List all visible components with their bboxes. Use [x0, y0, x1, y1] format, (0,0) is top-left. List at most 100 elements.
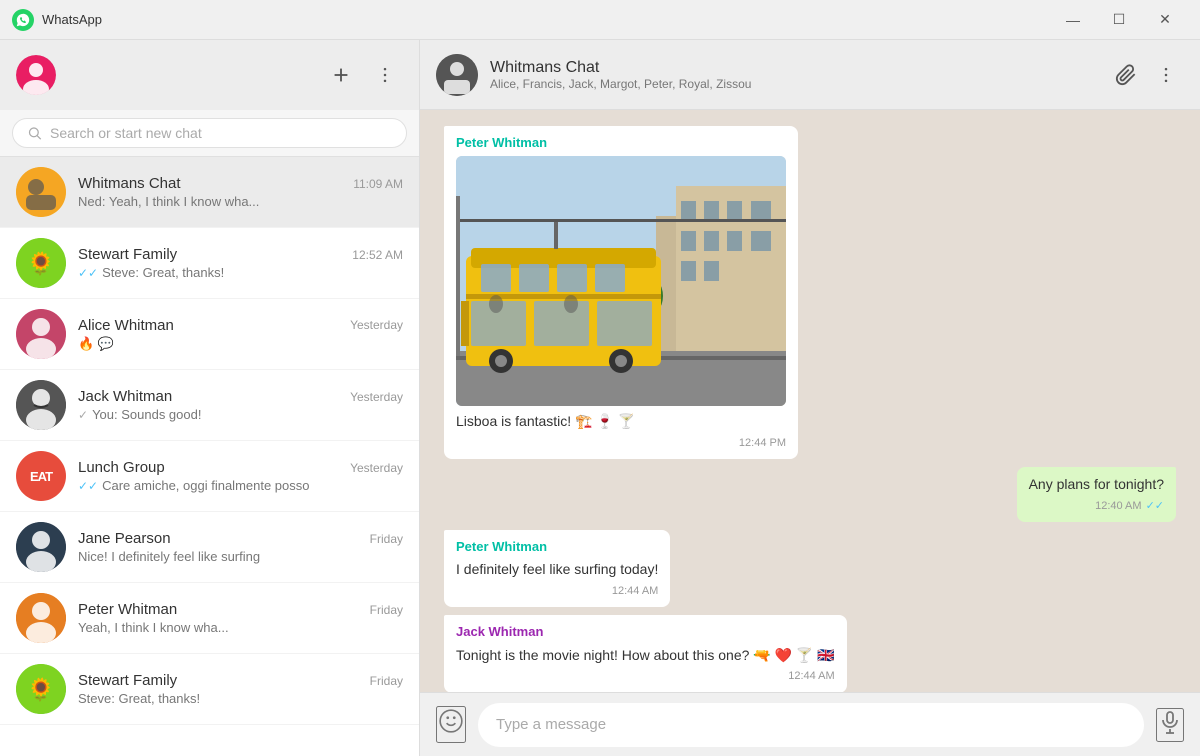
- avatar-stewart-family-2: 🌻: [16, 664, 66, 714]
- minimize-button[interactable]: —: [1050, 0, 1096, 40]
- chat-item-jack-whitman[interactable]: Jack Whitman Yesterday ✓ You: Sounds goo…: [0, 370, 419, 441]
- chat-item-peter-whitman[interactable]: Peter Whitman Friday Yeah, I think I kno…: [0, 583, 419, 654]
- emoji-icon: [438, 708, 464, 734]
- chat-name-row: Stewart Family Friday: [78, 672, 403, 689]
- message-meta-1: 12:44 PM: [456, 436, 786, 451]
- avatar-stewart-family: 🌻: [16, 238, 66, 288]
- chat-item-alice-whitman[interactable]: Alice Whitman Yesterday 🔥 💬: [0, 299, 419, 370]
- chat-name: Whitmans Chat: [78, 175, 181, 192]
- chat-preview: ✓✓ Care amiche, oggi finalmente posso: [78, 478, 403, 493]
- chat-item-jane-pearson[interactable]: Jane Pearson Friday Nice! I definitely f…: [0, 512, 419, 583]
- sidebar-header-icons: [323, 57, 403, 93]
- chat-name-row: Jane Pearson Friday: [78, 530, 403, 547]
- message-time-2: 12:40 AM: [1095, 499, 1141, 514]
- chat-item-lunch-group[interactable]: EAT Lunch Group Yesterday ✓✓ Care amiche…: [0, 441, 419, 512]
- message-bubble-2: Any plans for tonight? 12:40 AM ✓✓: [1017, 467, 1176, 522]
- message-sender-3: Peter Whitman: [456, 538, 658, 556]
- tram-photo: [456, 156, 786, 406]
- messages-container: Peter Whitman: [420, 110, 1200, 692]
- chat-preview: Steve: Great, thanks!: [78, 691, 403, 706]
- avatar-alice-whitman: [16, 309, 66, 359]
- svg-text:🌻: 🌻: [27, 251, 54, 276]
- sidebar-header: [0, 40, 419, 110]
- chat-preview: Nice! I definitely feel like surfing: [78, 549, 403, 564]
- chat-time: Yesterday: [350, 390, 403, 404]
- title-bar-left: WhatsApp: [12, 9, 102, 31]
- chat-name-row: Peter Whitman Friday: [78, 601, 403, 618]
- window-controls: — ☐ ✕: [1050, 0, 1188, 40]
- user-avatar[interactable]: [16, 55, 56, 95]
- chat-name: Stewart Family: [78, 672, 177, 689]
- group-avatar-icon: 🌻: [16, 238, 66, 288]
- message-image-1[interactable]: [456, 156, 786, 406]
- chat-preview: Ned: Yeah, I think I know wha...: [78, 194, 403, 209]
- chat-name: Alice Whitman: [78, 317, 174, 334]
- mic-icon: [1158, 710, 1182, 734]
- message-text-2: Any plans for tonight?: [1029, 475, 1164, 495]
- double-check-icon: ✓✓: [78, 266, 98, 280]
- sidebar: Whitmans Chat 11:09 AM Ned: Yeah, I thin…: [0, 40, 420, 756]
- title-bar: WhatsApp — ☐ ✕: [0, 0, 1200, 40]
- chat-info-jane-pearson: Jane Pearson Friday Nice! I definitely f…: [78, 530, 403, 564]
- chat-info-lunch-group: Lunch Group Yesterday ✓✓ Care amiche, og…: [78, 459, 403, 493]
- chat-info-whitmans-chat: Whitmans Chat 11:09 AM Ned: Yeah, I thin…: [78, 175, 403, 209]
- chat-time: 12:52 AM: [352, 248, 403, 262]
- message-bubble-1: Peter Whitman: [444, 126, 798, 459]
- chat-group-members: Alice, Francis, Jack, Margot, Peter, Roy…: [490, 77, 751, 91]
- single-check-icon: ✓: [78, 408, 88, 422]
- person-avatar-icon: [16, 380, 66, 430]
- app-title: WhatsApp: [42, 12, 102, 27]
- close-button[interactable]: ✕: [1142, 0, 1188, 40]
- chat-time: Friday: [370, 603, 403, 617]
- avatar-jack-whitman: [16, 380, 66, 430]
- message-sender-4: Jack Whitman: [456, 623, 835, 641]
- double-check-icon: ✓✓: [78, 479, 98, 493]
- chat-list: Whitmans Chat 11:09 AM Ned: Yeah, I thin…: [0, 157, 419, 756]
- read-check-icon: ✓✓: [1146, 499, 1164, 514]
- app-container: Whitmans Chat 11:09 AM Ned: Yeah, I thin…: [0, 40, 1200, 756]
- avatar-jane-pearson: [16, 522, 66, 572]
- message-time-1: 12:44 PM: [739, 436, 786, 451]
- chat-info-peter-whitman: Peter Whitman Friday Yeah, I think I kno…: [78, 601, 403, 635]
- search-input-wrap: [12, 118, 407, 148]
- chat-name-row: Stewart Family 12:52 AM: [78, 246, 403, 263]
- chat-name: Jane Pearson: [78, 530, 171, 547]
- chat-info-alice-whitman: Alice Whitman Yesterday 🔥 💬: [78, 317, 403, 352]
- chat-header-left[interactable]: Whitmans Chat Alice, Francis, Jack, Marg…: [436, 54, 751, 96]
- more-options-icon: [375, 65, 395, 85]
- person-avatar-icon: [16, 522, 66, 572]
- chat-time: Yesterday: [350, 318, 403, 332]
- chat-item-stewart-family-2[interactable]: 🌻 Stewart Family Friday Steve: Great, th…: [0, 654, 419, 725]
- emoji-button[interactable]: [436, 706, 466, 743]
- chat-info-stewart-family-2: Stewart Family Friday Steve: Great, than…: [78, 672, 403, 706]
- chat-item-stewart-family[interactable]: 🌻 Stewart Family 12:52 AM ✓✓ Steve: Grea…: [0, 228, 419, 299]
- chat-header-avatar: [436, 54, 478, 96]
- chat-preview: ✓✓ Steve: Great, thanks!: [78, 265, 403, 280]
- chat-name: Stewart Family: [78, 246, 177, 263]
- chat-menu-button[interactable]: [1148, 57, 1184, 93]
- mic-button[interactable]: [1156, 708, 1184, 742]
- search-input[interactable]: [50, 125, 392, 141]
- chat-preview: ✓ You: Sounds good!: [78, 407, 403, 422]
- chat-time: Friday: [370, 674, 403, 688]
- chat-info-stewart-family: Stewart Family 12:52 AM ✓✓ Steve: Great,…: [78, 246, 403, 280]
- new-chat-button[interactable]: [323, 57, 359, 93]
- maximize-button[interactable]: ☐: [1096, 0, 1142, 40]
- avatar-lunch-group: EAT: [16, 451, 66, 501]
- attach-button[interactable]: [1108, 57, 1144, 93]
- group-avatar-icon: [16, 167, 66, 217]
- message-sender-1: Peter Whitman: [456, 134, 786, 152]
- message-meta-3: 12:44 AM: [456, 584, 658, 599]
- chat-preview: Yeah, I think I know wha...: [78, 620, 403, 635]
- whatsapp-logo-icon: [12, 9, 34, 31]
- menu-button[interactable]: [367, 57, 403, 93]
- chat-name-row: Alice Whitman Yesterday: [78, 317, 403, 334]
- message-text-3: I definitely feel like surfing today!: [456, 560, 658, 580]
- paperclip-icon: [1115, 64, 1137, 86]
- chat-header-icons: [1108, 57, 1184, 93]
- add-icon: [330, 64, 352, 86]
- chat-name: Jack Whitman: [78, 388, 172, 405]
- chat-item-whitmans-chat[interactable]: Whitmans Chat 11:09 AM Ned: Yeah, I thin…: [0, 157, 419, 228]
- message-input[interactable]: [478, 703, 1144, 747]
- chat-group-avatar-icon: [436, 54, 478, 96]
